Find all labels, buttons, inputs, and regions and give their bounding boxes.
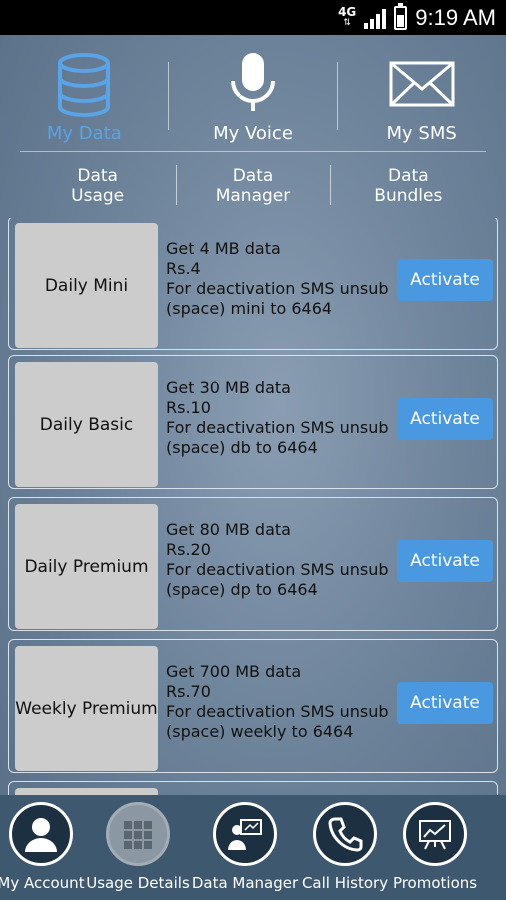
bundle-list[interactable]: Daily Mini Get 4 MB data Rs.4 For deacti…	[0, 218, 506, 795]
presenter-icon	[213, 802, 277, 866]
subtab-data-bundles[interactable]: Data Bundles	[331, 160, 486, 212]
bundle-price: Rs.70	[166, 682, 211, 701]
bundle-card: Weekly Premium Get 700 MB data Rs.70 For…	[8, 639, 498, 773]
bundle-deactivation: For deactivation SMS unsub	[166, 279, 389, 298]
sub-nav: Data Usage Data Manager Data Bundles	[20, 160, 486, 212]
top-nav: My Data My Voice My SMS	[0, 35, 506, 152]
bundle-size: Get 30 MB data	[166, 378, 291, 397]
bundle-deactivation: For deactivation SMS unsub	[166, 702, 389, 721]
bundle-deactivation: For deactivation SMS unsub	[166, 560, 389, 579]
divider	[337, 62, 338, 130]
bundle-description: Get 4 MB data Rs.4 For deactivation SMS …	[166, 239, 396, 319]
activate-button[interactable]: Activate	[397, 259, 493, 301]
bundle-price: Rs.4	[166, 259, 201, 278]
activate-button[interactable]: Activate	[397, 540, 493, 582]
network-indicator: 4G ⇅	[338, 4, 357, 29]
bundle-deactivation-code: (space) mini to 6464	[166, 299, 333, 318]
grid-icon	[106, 802, 170, 866]
tab-my-sms-label: My SMS	[386, 123, 457, 144]
activate-button[interactable]: Activate	[397, 398, 493, 440]
bundle-deactivation: For deactivation SMS unsub	[166, 418, 389, 437]
battery-icon	[394, 2, 408, 30]
bundle-name: Weekly Premium	[15, 646, 158, 771]
nav-usage-details[interactable]: Usage Details	[86, 795, 190, 900]
subtab-data-usage[interactable]: Data Usage	[20, 160, 175, 212]
subtab-data-manager[interactable]: Data Manager	[175, 160, 330, 212]
bundle-card: Daily Premium Get 80 MB data Rs.20 For d…	[8, 497, 498, 631]
tab-my-data-label: My Data	[46, 123, 122, 144]
bottom-nav: My Account Usage Details Data Manager Ca…	[0, 795, 506, 900]
bundle-card	[8, 781, 498, 795]
nav-call-history[interactable]: Call History	[301, 795, 389, 900]
bundle-price: Rs.20	[166, 540, 211, 559]
nav-label: Call History	[301, 874, 389, 892]
bundle-deactivation-code: (space) db to 6464	[166, 438, 318, 457]
nav-data-manager[interactable]: Data Manager	[191, 795, 299, 900]
signal-icon	[364, 7, 387, 29]
nav-promotions[interactable]: Promotions	[392, 795, 478, 900]
bundle-thumb	[15, 788, 158, 795]
database-icon	[58, 53, 111, 117]
network-type: 4G	[338, 4, 357, 19]
bundle-name: Daily Mini	[15, 223, 158, 348]
bundle-name: Daily Premium	[15, 504, 158, 629]
tab-my-voice[interactable]: My Voice	[169, 35, 338, 152]
subtab-label: Bundles	[374, 186, 443, 206]
data-arrows-icon: ⇅	[343, 17, 351, 28]
status-time: 9:19 AM	[415, 4, 496, 30]
nav-label: Usage Details	[86, 874, 190, 892]
user-icon	[9, 802, 73, 866]
tab-my-sms[interactable]: My SMS	[337, 35, 506, 152]
bundle-name: Daily Basic	[15, 362, 158, 487]
nav-label: Promotions	[392, 874, 478, 892]
divider	[20, 151, 486, 152]
chart-board-icon	[403, 802, 467, 866]
bundle-description: Get 30 MB data Rs.10 For deactivation SM…	[166, 378, 396, 458]
status-bar: 4G ⇅ 9:19 AM	[0, 0, 506, 35]
phone-icon	[313, 802, 377, 866]
activate-button[interactable]: Activate	[397, 682, 493, 724]
nav-label: Data Manager	[191, 874, 299, 892]
bundle-size: Get 80 MB data	[166, 520, 291, 539]
bundle-deactivation-code: (space) weekly to 6464	[166, 722, 354, 741]
nav-my-account[interactable]: My Account	[0, 795, 85, 900]
tab-my-data[interactable]: My Data	[0, 35, 169, 152]
bundle-size: Get 4 MB data	[166, 239, 281, 258]
divider	[330, 165, 331, 205]
bundle-description: Get 700 MB data Rs.70 For deactivation S…	[166, 662, 396, 742]
divider	[176, 165, 177, 205]
divider	[168, 62, 169, 130]
tab-my-voice-label: My Voice	[213, 123, 293, 144]
subtab-label: Usage	[71, 186, 125, 206]
bundle-card: Daily Basic Get 30 MB data Rs.10 For dea…	[8, 355, 498, 489]
bundle-size: Get 700 MB data	[166, 662, 302, 681]
microphone-icon	[231, 53, 275, 111]
bundle-description: Get 80 MB data Rs.20 For deactivation SM…	[166, 520, 396, 600]
subtab-label: Manager	[215, 186, 291, 206]
nav-label: My Account	[0, 874, 85, 892]
bundle-deactivation-code: (space) dp to 6464	[166, 580, 318, 599]
subtab-label: Data	[77, 166, 118, 186]
bundle-card: Daily Mini Get 4 MB data Rs.4 For deacti…	[8, 218, 498, 350]
subtab-label: Data	[388, 166, 429, 186]
envelope-icon	[389, 61, 455, 107]
bundle-price: Rs.10	[166, 398, 211, 417]
subtab-label: Data	[232, 166, 274, 186]
